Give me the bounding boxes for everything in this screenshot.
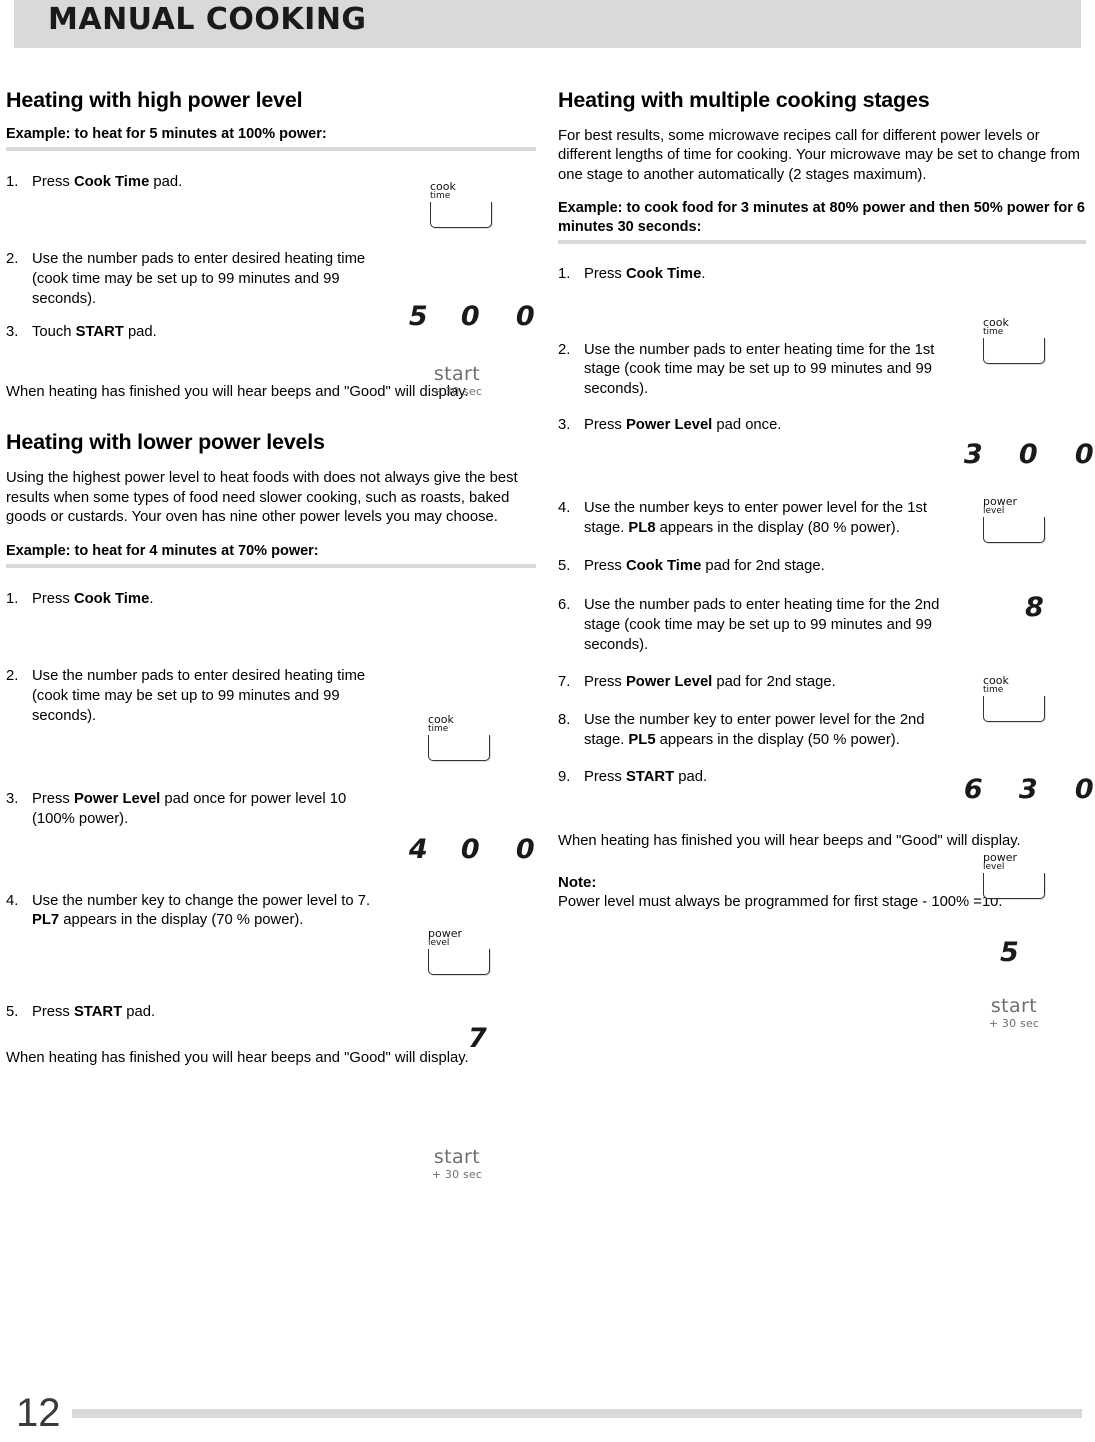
- step-item: 4. Use the number key to change the powe…: [6, 892, 536, 931]
- display-digit-5: 5: [1000, 937, 1019, 968]
- example-multi-stage: Example: to cook food for 3 minutes at 8…: [558, 200, 1085, 236]
- power-level-key-label: power level: [983, 495, 1017, 516]
- start-key-label: start: [433, 1146, 481, 1168]
- display-digit-8: 8: [1025, 592, 1044, 623]
- start-key-3[interactable]: start + 30 sec: [967, 995, 1061, 1030]
- start-key-1[interactable]: start + 30 sec: [410, 363, 504, 398]
- key-body: [983, 338, 1045, 365]
- step-text: Use the number key to enter power level …: [584, 712, 925, 748]
- display-digit-7: 7: [468, 1023, 487, 1054]
- start-key-sublabel: + 30 sec: [431, 1167, 483, 1181]
- example-lower-power: Example: to heat for 4 minutes at 70% po…: [6, 542, 319, 559]
- cook-time-key-2[interactable]: cook time: [428, 713, 490, 762]
- page-number: 12: [16, 1391, 61, 1435]
- step-text: Press Power Level pad once for power lev…: [32, 791, 347, 827]
- step-text: Use the number pads to enter desired hea…: [32, 668, 366, 724]
- key-body: [428, 949, 490, 976]
- section-heading-multi-stage: Heating with multiple cooking stages: [558, 88, 930, 112]
- step-text: Use the number keys to enter power level…: [584, 500, 927, 537]
- step-text: Press START pad.: [584, 769, 708, 786]
- step-number: 2.: [6, 251, 19, 268]
- display-digits-3-0-0: 300: [963, 439, 1094, 470]
- closing-text-lower-power: When heating has finished you will hear …: [6, 1049, 469, 1066]
- display-digits-4-0-0: 400: [408, 834, 535, 865]
- step-number: 3.: [6, 791, 19, 808]
- footer-band: [72, 1409, 1082, 1418]
- example-high-power: Example: to heat for 5 minutes at 100% p…: [6, 125, 327, 142]
- cook-time-key-1[interactable]: cook time: [430, 180, 492, 229]
- power-level-key-2[interactable]: power level: [983, 495, 1045, 544]
- step-number: 3.: [558, 416, 571, 433]
- step-number: 9.: [558, 769, 571, 786]
- key-body: [983, 696, 1045, 723]
- intro-lower-power: Using the highest power level to heat fo…: [6, 470, 518, 526]
- cook-time-key-label: cook time: [983, 316, 1009, 337]
- intro-multi-stage: For best results, some microwave recipes…: [558, 127, 1081, 183]
- step-number: 3.: [6, 324, 19, 341]
- step-item: 1. Press Cook Time.: [558, 265, 1086, 285]
- step-item: 6. Use the number pads to enter heating …: [558, 596, 1086, 655]
- step-number: 8.: [558, 712, 571, 729]
- step-number: 6.: [558, 597, 571, 614]
- section-heading-lower-power: Heating with lower power levels: [6, 430, 325, 455]
- start-key-2[interactable]: start + 30 sec: [410, 1146, 504, 1181]
- step-text: Press Power Level pad once.: [584, 416, 782, 433]
- key-body: [430, 202, 492, 229]
- start-key-sublabel: + 30 sec: [988, 1016, 1040, 1030]
- divider: [6, 146, 536, 151]
- step-number: 7.: [558, 674, 571, 691]
- step-text: Use the number key to change the power l…: [32, 892, 371, 929]
- section-heading-high-power: Heating with high power level: [6, 88, 303, 112]
- step-item: 5. Press Cook Time pad for 2nd stage.: [558, 557, 1086, 577]
- step-number: 1.: [6, 173, 19, 190]
- page-title: MANUAL COOKING: [48, 2, 367, 37]
- step-number: 4.: [6, 892, 19, 909]
- start-key-label: start: [990, 995, 1038, 1017]
- step-number: 1.: [6, 590, 19, 607]
- step-number: 4.: [558, 500, 571, 517]
- step-text: Press START pad.: [32, 1003, 156, 1020]
- power-level-key-label: power level: [983, 851, 1017, 872]
- power-level-key-1[interactable]: power level: [428, 927, 490, 976]
- step-text: Press Cook Time.: [584, 266, 706, 282]
- cook-time-key-4[interactable]: cook time: [983, 674, 1045, 723]
- step-number: 2.: [558, 341, 571, 358]
- display-digits-6-3-0: 630: [963, 774, 1094, 805]
- step-text: Use the number pads to enter heating tim…: [584, 597, 940, 653]
- step-item: 1. Press Cook Time.: [6, 590, 536, 610]
- step-number: 5.: [558, 557, 571, 574]
- divider: [558, 240, 1086, 244]
- key-body: [428, 735, 490, 762]
- display-digits-5-0-0: 500: [408, 301, 535, 332]
- start-key-sublabel: + 30 sec: [431, 384, 483, 398]
- divider: [6, 563, 536, 568]
- cook-time-key-label: cook time: [430, 180, 456, 201]
- step-text: Press Power Level pad for 2nd stage.: [584, 674, 836, 691]
- step-text: Use the number pads to enter heating tim…: [584, 341, 935, 398]
- start-key-label: start: [433, 363, 481, 385]
- power-level-key-label: power level: [428, 927, 462, 948]
- key-body: [983, 873, 1045, 900]
- cook-time-key-label: cook time: [428, 713, 454, 734]
- cook-time-key-label: cook time: [983, 674, 1009, 695]
- step-text: Use the number pads to enter desired hea…: [32, 251, 366, 307]
- step-item: 5. Press START pad.: [6, 1003, 536, 1023]
- key-body: [983, 517, 1045, 544]
- step-text: Press Cook Time pad for 2nd stage.: [584, 557, 825, 574]
- power-level-key-3[interactable]: power level: [983, 851, 1045, 900]
- step-number: 5.: [6, 1003, 19, 1020]
- step-number: 2.: [6, 668, 19, 685]
- step-text: Press Cook Time.: [32, 590, 154, 607]
- cook-time-key-3[interactable]: cook time: [983, 316, 1045, 365]
- closing-text-multi-stage: When heating has finished you will hear …: [558, 833, 1021, 850]
- step-number: 1.: [558, 266, 571, 282]
